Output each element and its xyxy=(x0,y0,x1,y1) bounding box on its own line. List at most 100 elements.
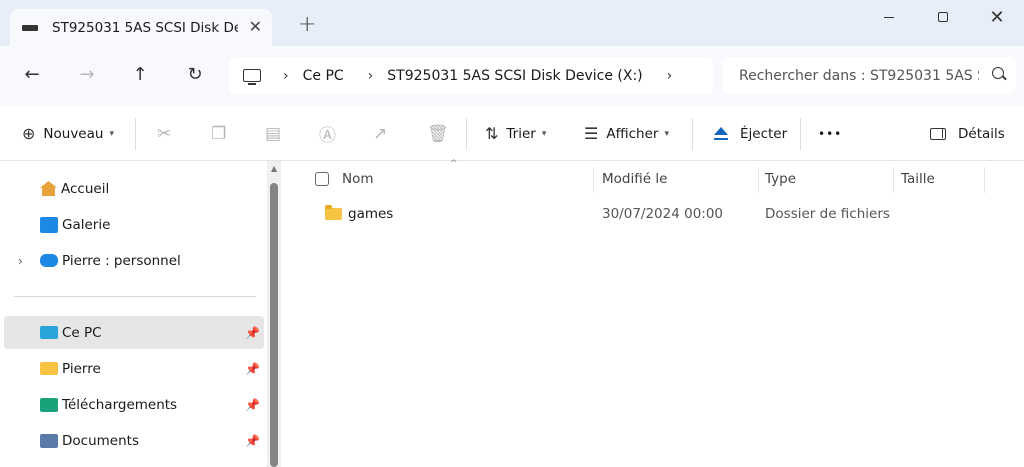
sidebar-scrollbar-thumb[interactable] xyxy=(270,183,278,467)
minimize-button[interactable] xyxy=(866,2,912,32)
column-divider[interactable] xyxy=(893,167,894,193)
sidebar-item-accueil[interactable]: Accueil xyxy=(4,172,264,205)
chevron-down-icon: ▾ xyxy=(109,128,114,139)
file-name: games xyxy=(348,206,394,222)
breadcrumb-drive[interactable]: ST925031 5AS SCSI Disk Device (X:) xyxy=(387,68,642,84)
sidebar-item-documents[interactable]: Documents 📌 xyxy=(4,424,264,457)
chevron-down-icon: ▾ xyxy=(541,128,547,139)
file-name-cell[interactable]: games xyxy=(325,199,393,229)
share-icon: ↗ xyxy=(373,123,388,144)
sidebar-item-label: Ce PC xyxy=(62,324,102,341)
eject-label: Éjecter xyxy=(740,125,788,142)
chevron-right-icon[interactable]: › xyxy=(283,68,289,84)
table-row[interactable]: games 30/07/2024 00:00 Dossier de fichie… xyxy=(282,199,1024,229)
file-modified: 30/07/2024 00:00 xyxy=(602,206,724,222)
forward-button[interactable]: → xyxy=(75,64,99,85)
search-input[interactable]: Rechercher dans : ST925031 5AS SCSI Disk… xyxy=(723,57,1016,94)
toolbar-divider xyxy=(692,118,693,150)
tab-active[interactable]: ST925031 5AS SCSI Disk Device (X:) ✕ xyxy=(10,9,272,46)
column-divider[interactable] xyxy=(984,167,985,193)
breadcrumb-ce-pc[interactable]: Ce PC xyxy=(303,68,344,84)
column-divider[interactable] xyxy=(593,167,594,193)
plus-circle-icon: ⊕ xyxy=(22,124,36,143)
navigation-pane: Accueil Galerie › Pierre : personnel Ce … xyxy=(0,161,282,467)
column-header-size[interactable]: Taille xyxy=(901,161,935,197)
back-button[interactable]: ← xyxy=(20,64,44,85)
copy-icon: ❐ xyxy=(211,123,227,144)
toolbar-divider xyxy=(466,118,467,150)
column-header-label: Taille xyxy=(901,171,935,187)
close-icon: ✕ xyxy=(989,6,1005,28)
sidebar-item-onedrive[interactable]: › Pierre : personnel xyxy=(4,244,264,277)
details-pane-icon xyxy=(930,127,946,140)
sidebar-item-label: Documents xyxy=(62,432,139,449)
column-header-type[interactable]: Type xyxy=(765,161,796,197)
details-button[interactable]: Détails xyxy=(930,106,1005,161)
file-list: ^ Nom Modifié le Type Taille games 30/07… xyxy=(282,159,1024,467)
sort-button[interactable]: ⇅ Trier ▾ xyxy=(485,106,546,161)
view-label: Afficher xyxy=(606,125,659,142)
sort-ascending-icon: ^ xyxy=(450,159,458,169)
minimize-icon xyxy=(884,16,894,18)
gallery-icon xyxy=(40,216,58,233)
refresh-button[interactable]: ↻ xyxy=(183,64,207,85)
column-divider[interactable] xyxy=(758,167,759,193)
pin-icon[interactable]: 📌 xyxy=(245,398,260,412)
eject-icon xyxy=(714,126,728,141)
close-window-button[interactable]: ✕ xyxy=(974,2,1020,32)
rename-icon: Ⓐ xyxy=(319,126,336,146)
tab-close-icon[interactable]: ✕ xyxy=(249,17,262,36)
downloads-icon xyxy=(40,397,58,412)
address-bar: ← → ↑ ↻ › Ce PC › ST925031 5AS SCSI Disk… xyxy=(0,46,1024,106)
file-type: Dossier de fichiers xyxy=(765,206,890,222)
sidebar-item-galerie[interactable]: Galerie xyxy=(4,208,264,241)
pin-icon[interactable]: 📌 xyxy=(245,362,260,376)
search-placeholder: Rechercher dans : ST925031 5AS SCSI Disk… xyxy=(739,67,979,84)
command-bar: ⊕ Nouveau ▾ ✂ ❐ ▤ Ⓐ ↗ 🗑 ⇅ Trier ▾ ☰ Affi… xyxy=(0,106,1024,161)
address-field[interactable]: › Ce PC › ST925031 5AS SCSI Disk Device … xyxy=(229,57,713,94)
column-header-name[interactable]: Nom xyxy=(342,161,374,197)
toolbar-divider xyxy=(800,118,801,150)
chevron-right-icon[interactable]: › xyxy=(18,254,23,268)
pin-icon[interactable]: 📌 xyxy=(245,326,260,340)
more-options-button[interactable]: ••• xyxy=(818,106,842,161)
share-button[interactable]: ↗ xyxy=(373,106,387,161)
computer-icon xyxy=(243,69,261,85)
folder-icon xyxy=(325,205,342,220)
scroll-up-icon[interactable]: ▲ xyxy=(271,164,277,173)
more-icon: ••• xyxy=(818,126,843,141)
trash-icon: 🗑 xyxy=(427,123,449,144)
details-label: Détails xyxy=(958,125,1005,142)
sidebar-item-pierre[interactable]: Pierre 📌 xyxy=(4,352,264,385)
chevron-right-icon[interactable]: › xyxy=(368,68,374,84)
new-button[interactable]: ⊕ Nouveau ▾ xyxy=(22,106,114,161)
sidebar-divider xyxy=(14,296,256,297)
sidebar-item-ce-pc[interactable]: Ce PC 📌 xyxy=(4,316,264,349)
sidebar-item-label: Téléchargements xyxy=(62,396,178,413)
view-button[interactable]: ☰ Afficher ▾ xyxy=(584,106,669,161)
rename-button[interactable]: Ⓐ xyxy=(319,106,336,161)
column-header-modified[interactable]: Modifié le xyxy=(602,161,667,197)
tab-title: ST925031 5AS SCSI Disk Device (X:) xyxy=(52,19,238,36)
chevron-right-icon[interactable]: › xyxy=(667,68,673,84)
select-all-checkbox[interactable] xyxy=(315,172,329,186)
sidebar-item-label: Pierre : personnel xyxy=(62,252,181,269)
up-button[interactable]: ↑ xyxy=(128,64,152,85)
maximize-icon xyxy=(938,12,948,22)
search-icon[interactable] xyxy=(992,67,1004,79)
eject-button[interactable]: Éjecter xyxy=(714,106,787,161)
maximize-button[interactable] xyxy=(920,2,966,32)
computer-icon xyxy=(40,326,58,339)
sidebar-item-telechargements[interactable]: Téléchargements 📌 xyxy=(4,388,264,421)
paste-button[interactable]: ▤ xyxy=(265,106,281,161)
delete-button[interactable]: 🗑 xyxy=(427,106,449,161)
pin-icon[interactable]: 📌 xyxy=(245,434,260,448)
sidebar-item-label: Accueil xyxy=(61,180,110,197)
copy-button[interactable]: ❐ xyxy=(211,106,226,161)
drive-icon xyxy=(22,24,38,31)
sidebar-item-label: Pierre xyxy=(62,360,101,377)
new-tab-button[interactable]: + xyxy=(298,12,316,37)
sort-icon: ⇅ xyxy=(485,124,499,143)
cut-button[interactable]: ✂ xyxy=(157,106,171,161)
clipboard-icon: ▤ xyxy=(265,123,282,144)
